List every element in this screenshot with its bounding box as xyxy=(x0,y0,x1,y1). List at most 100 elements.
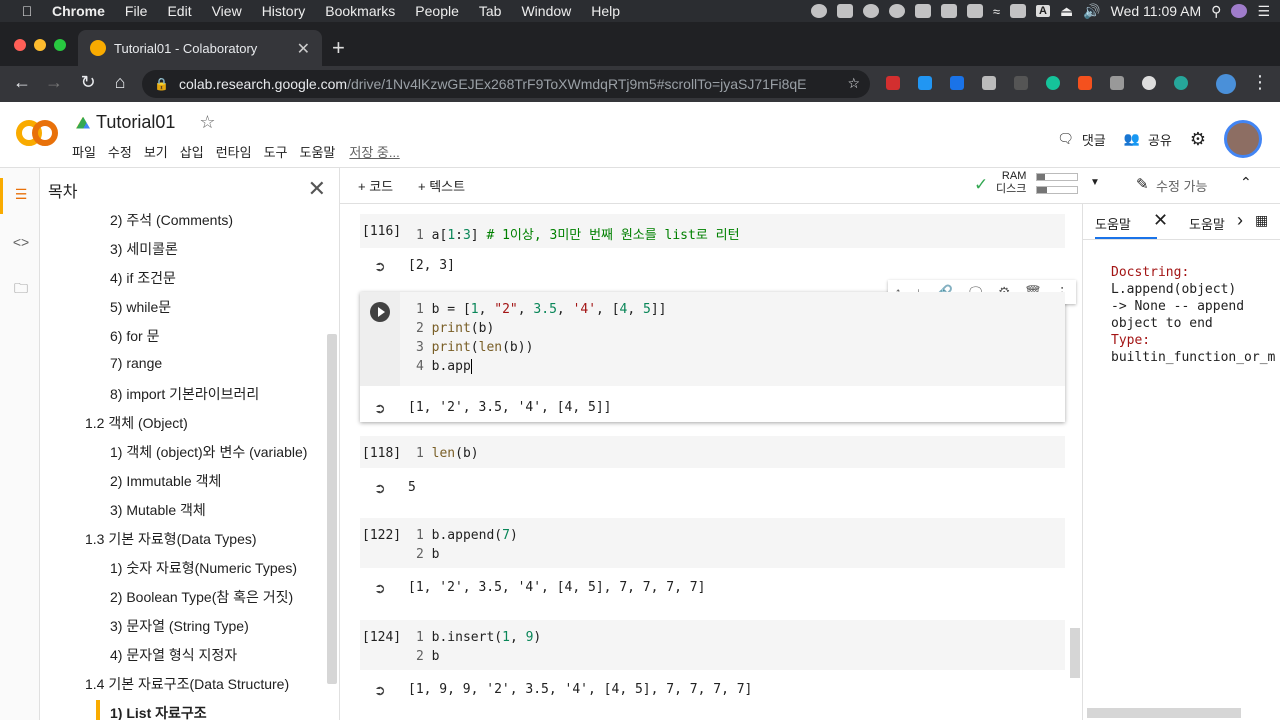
toc-item[interactable]: 7) range xyxy=(110,355,162,371)
home-icon[interactable]: ⌂ xyxy=(108,72,132,93)
wifi-icon[interactable]: ≈ xyxy=(993,4,1000,19)
extension-dropbox-icon[interactable] xyxy=(918,76,932,90)
code-cell-active[interactable]: ↑ ↓ 🔗 🗨 ⚙ 🗑 ⋮ 1 b = [1, "2", 3.5, '4', [… xyxy=(360,280,1076,422)
toc-item[interactable]: 1) List 자료구조 xyxy=(110,703,207,720)
record-icon[interactable] xyxy=(810,4,827,18)
code-line[interactable]: 2 b xyxy=(416,547,439,562)
menu-runtime-ko[interactable]: 런타임 xyxy=(216,142,252,161)
back-arrow-icon[interactable]: ← xyxy=(10,72,34,93)
code-snippets-icon[interactable]: <> xyxy=(12,234,30,250)
apple-icon[interactable]:  xyxy=(16,3,38,19)
clock[interactable]: Wed 11:09 AM xyxy=(1111,3,1202,19)
profile-avatar-icon[interactable] xyxy=(1216,74,1236,94)
lock-icon[interactable]: 🔒 xyxy=(154,77,169,91)
address-bar[interactable]: 🔒 colab.research.google.com /drive/1Nv4l… xyxy=(142,70,870,98)
toc-item[interactable]: 1) 객체 (object)와 변수 (variable) xyxy=(110,442,307,462)
output-icon[interactable]: ➲ xyxy=(374,580,386,597)
notification-icon[interactable] xyxy=(888,4,905,18)
add-code-button[interactable]: + 코드 xyxy=(358,176,393,195)
code-line[interactable]: 1 b.insert(1, 9) xyxy=(416,630,541,645)
close-window-button[interactable] xyxy=(14,39,26,51)
edit-mode-label[interactable]: 수정 가능 xyxy=(1156,176,1207,195)
menu-edit-ko[interactable]: 수정 xyxy=(108,142,132,161)
menu-history[interactable]: History xyxy=(262,3,306,19)
run-cell-button[interactable] xyxy=(370,302,390,322)
menu-tools-ko[interactable]: 도구 xyxy=(264,142,288,161)
saving-status[interactable]: 저장 중... xyxy=(349,142,399,161)
code-line[interactable]: 1 a[1:3] # 1이상, 3미만 번째 원소를 list로 리턴 xyxy=(416,224,740,243)
code-line[interactable]: 2 b xyxy=(416,649,439,664)
bluetooth-icon[interactable] xyxy=(966,4,983,18)
menu-file[interactable]: File xyxy=(125,3,148,19)
menu-tab[interactable]: Tab xyxy=(479,3,502,19)
toc-scrollbar[interactable] xyxy=(327,334,337,684)
toc-item[interactable]: 4) if 조건문 xyxy=(110,268,176,288)
user-avatar[interactable] xyxy=(1224,120,1262,158)
output-icon[interactable]: ➲ xyxy=(374,258,386,275)
toc-item[interactable]: 1.2 객체 (Object) xyxy=(85,413,188,433)
code-line[interactable]: 1 b.append(7) xyxy=(416,528,518,543)
menu-window[interactable]: Window xyxy=(521,3,571,19)
toc-item[interactable]: 1.3 기본 자료형(Data Types) xyxy=(85,529,257,549)
extension-grammarly-icon[interactable] xyxy=(1046,76,1060,90)
output-icon[interactable]: ➲ xyxy=(374,682,386,699)
toc-item[interactable]: 1.4 기본 자료구조(Data Structure) xyxy=(85,674,289,694)
menu-view[interactable]: View xyxy=(212,3,242,19)
browser-tab[interactable]: Tutorial01 - Colaboratory ✕ xyxy=(78,30,322,66)
close-tab-icon[interactable]: ✕ xyxy=(297,39,310,59)
code-line-current[interactable]: 4 b.app xyxy=(416,359,472,374)
toc-icon[interactable]: ☰ xyxy=(12,186,30,203)
toc-item[interactable]: 4) 문자열 형식 지정자 xyxy=(110,645,237,665)
edit-pencil-icon[interactable]: ✎ xyxy=(1136,175,1149,193)
siri-icon[interactable] xyxy=(1231,4,1248,18)
code-cell[interactable]: [122] 1 b.append(7) 2 b xyxy=(360,518,1065,568)
code-line[interactable]: 1 b = [1, "2", 3.5, '4', [4, 5]] xyxy=(416,302,667,317)
collapse-header-icon[interactable]: ⌃ xyxy=(1240,174,1252,191)
help-horizontal-scrollbar[interactable] xyxy=(1087,708,1241,718)
extension-orange-icon[interactable] xyxy=(1078,76,1092,90)
minimize-window-button[interactable] xyxy=(34,39,46,51)
extension-dark-icon[interactable] xyxy=(1014,76,1028,90)
files-folder-icon[interactable]: 🗀 xyxy=(12,278,30,302)
code-line[interactable]: 3 print(len(b)) xyxy=(416,340,533,355)
chevron-right-icon[interactable]: › xyxy=(1237,210,1243,231)
code-cell[interactable]: [124] 1 b.insert(1, 9) 2 b xyxy=(360,620,1065,670)
menu-help[interactable]: Help xyxy=(591,3,620,19)
help-tab-active[interactable]: 도움말 xyxy=(1095,214,1131,233)
menu-view-ko[interactable]: 보기 xyxy=(144,142,168,161)
eject-icon[interactable]: ⏏ xyxy=(1060,3,1073,20)
toc-item[interactable]: 3) 세미콜론 xyxy=(110,239,178,259)
colab-logo-icon[interactable] xyxy=(16,120,58,150)
forward-arrow-icon[interactable]: → xyxy=(42,72,66,93)
output-icon[interactable]: ➲ xyxy=(374,480,386,497)
extension-print-icon[interactable] xyxy=(982,76,996,90)
menu-bookmarks[interactable]: Bookmarks xyxy=(325,3,395,19)
layout-grid-icon[interactable]: ▦ xyxy=(1255,212,1268,229)
toc-item[interactable]: 6) for 문 xyxy=(110,326,159,346)
resources-dropdown-icon[interactable]: ▼ xyxy=(1090,177,1100,188)
code-editor[interactable]: 1 b = [1, "2", 3.5, '4', [4, 5]] 2 print… xyxy=(400,292,1065,386)
input-source-icon[interactable]: A xyxy=(1036,5,1050,17)
airplay-icon[interactable] xyxy=(1010,4,1026,18)
add-text-button[interactable]: + 텍스트 xyxy=(418,176,465,195)
close-toc-icon[interactable]: ✕ xyxy=(308,176,326,202)
lock-icon[interactable] xyxy=(940,4,957,18)
help-tab-second[interactable]: 도움말 xyxy=(1189,214,1225,233)
menu-app-chrome[interactable]: Chrome xyxy=(52,3,105,19)
toc-item[interactable]: 5) while문 xyxy=(110,297,171,317)
bookmark-star-icon[interactable]: ☆ xyxy=(847,75,860,92)
notebook-title-text[interactable]: Tutorial01 xyxy=(96,112,175,133)
close-help-tab-icon[interactable]: ✕ xyxy=(1153,210,1168,231)
code-line[interactable]: 2 print(b) xyxy=(416,321,494,336)
output-icon[interactable]: ➲ xyxy=(374,400,386,417)
code-line[interactable]: 1 len(b) xyxy=(416,446,479,461)
scanner-icon[interactable] xyxy=(914,4,931,18)
notification-center-icon[interactable]: ☰ xyxy=(1257,3,1270,20)
sync-icon[interactable] xyxy=(862,4,879,18)
code-cell[interactable]: [118] 1 len(b) xyxy=(360,436,1065,468)
extension-red-icon[interactable] xyxy=(886,76,900,90)
toc-item[interactable]: 3) 문자열 (String Type) xyxy=(110,616,249,636)
dropbox-icon[interactable] xyxy=(836,4,853,18)
volume-icon[interactable]: 🔊 xyxy=(1083,3,1100,20)
menu-help-ko[interactable]: 도움말 xyxy=(300,142,336,161)
